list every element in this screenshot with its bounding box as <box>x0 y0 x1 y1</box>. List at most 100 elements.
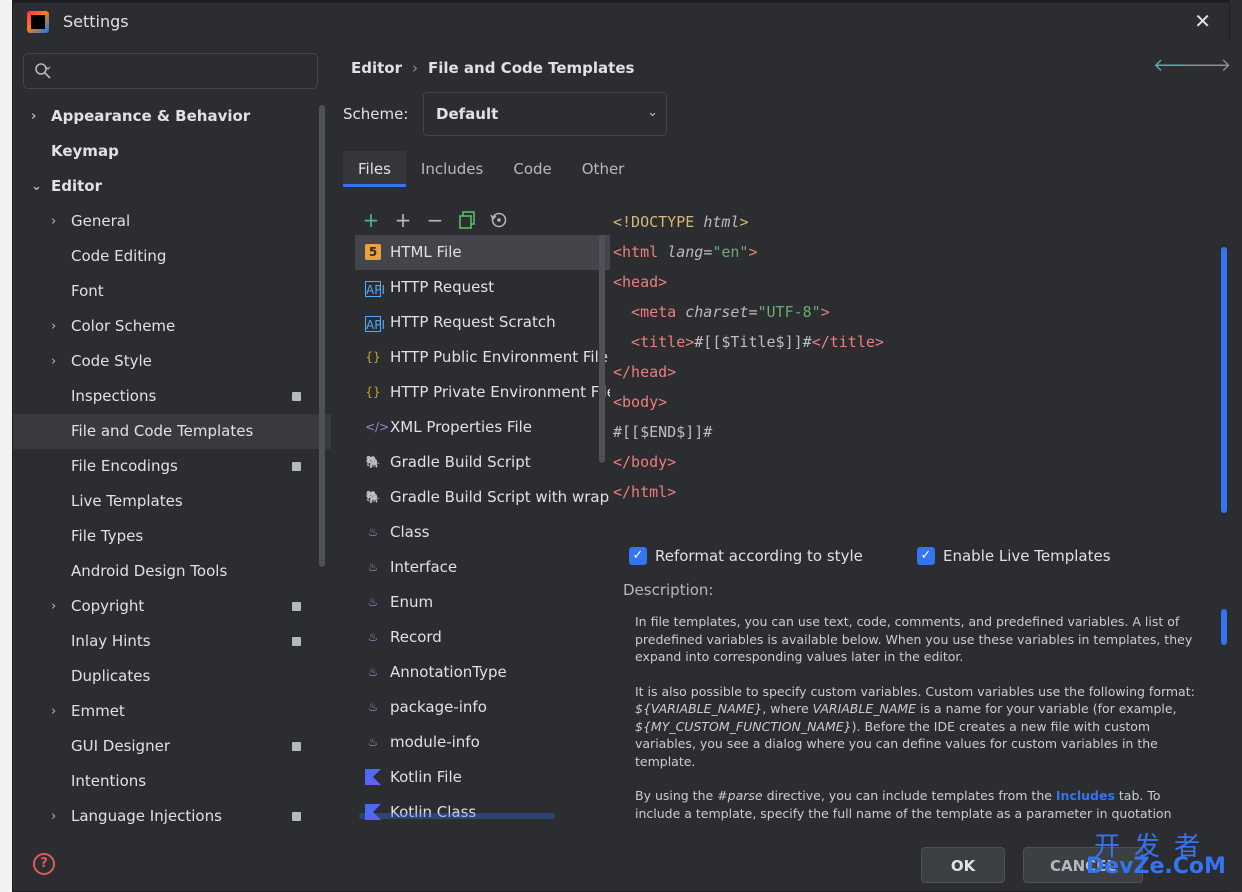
code-token: </title> <box>811 333 884 351</box>
sidebar-item-font[interactable]: Font <box>13 274 331 309</box>
sidebar-item-emmet[interactable]: › Emmet <box>13 694 331 729</box>
template-list-item[interactable]: {} HTTP Private Environment File <box>355 375 610 410</box>
template-list-hscrollbar[interactable] <box>359 813 555 819</box>
template-list-item-label: HTTP Request Scratch <box>390 313 556 331</box>
reset-icon[interactable] <box>483 207 515 233</box>
json-braces-icon: {} <box>365 385 381 399</box>
breadcrumb-parent[interactable]: Editor <box>351 59 402 77</box>
sidebar-item-live-templates[interactable]: Live Templates <box>13 484 331 519</box>
template-list-item[interactable]: ♨ Record <box>355 620 610 655</box>
includes-link[interactable]: Includes <box>1056 788 1115 803</box>
code-line: <html lang="en"> <box>613 237 1225 267</box>
chevron-right-icon[interactable]: › <box>51 694 56 729</box>
sidebar-item-general[interactable]: › General <box>13 204 331 239</box>
gradle-icon: 🐘 <box>365 490 381 504</box>
description-var: VARIABLE_NAME <box>812 701 917 716</box>
ok-button[interactable]: OK <box>921 847 1005 883</box>
template-list-item[interactable]: ♨ package-info <box>355 690 610 725</box>
code-line: #[[$END$]]# <box>613 423 713 441</box>
json-braces-icon: {} <box>365 350 381 364</box>
sidebar-item-keymap[interactable]: Keymap <box>13 134 331 169</box>
sidebar-item-appearance-behavior[interactable]: › Appearance & Behavior <box>13 99 331 134</box>
template-list-item[interactable]: ♨ AnnotationType <box>355 655 610 690</box>
sidebar-item-color-scheme[interactable]: › Color Scheme <box>13 309 331 344</box>
settings-dialog: Settings ✕ › Appearance & Behavior Keymap ⌄… <box>12 2 1231 891</box>
sidebar-item-code-editing[interactable]: Code Editing <box>13 239 331 274</box>
description-var: ${MY_CUSTOM_FUNCTION_NAME} <box>635 718 852 734</box>
window-title: Settings <box>63 12 129 31</box>
close-icon[interactable]: ✕ <box>1194 9 1211 33</box>
template-list-item[interactable]: ♨ Class <box>355 515 610 550</box>
description-text: By using the <box>635 788 718 803</box>
code-token: <title> <box>613 333 695 351</box>
template-list-item[interactable]: </> XML Properties File <box>355 410 610 445</box>
settings-search[interactable] <box>23 53 318 89</box>
code-token: html <box>703 213 740 231</box>
chevron-right-icon[interactable]: › <box>51 204 56 239</box>
chevron-down-icon[interactable]: ⌄ <box>31 169 42 204</box>
sidebar-item-inspections[interactable]: Inspections <box>13 379 331 414</box>
sidebar-item-editor[interactable]: ⌄ Editor <box>13 169 331 204</box>
sidebar-item-label: Appearance & Behavior <box>51 107 251 125</box>
chevron-right-icon[interactable]: › <box>51 344 56 379</box>
project-scope-icon <box>292 392 301 401</box>
template-list-scrollbar[interactable] <box>599 235 605 463</box>
forward-arrow-icon[interactable]: 🡒 <box>1183 55 1231 76</box>
live-templates-checkbox[interactable]: ✓ Enable Live Templates <box>917 547 1111 565</box>
sidebar-item-label: Language Injections <box>71 807 222 825</box>
chevron-right-icon[interactable]: › <box>51 589 56 624</box>
sidebar-item-file-and-code-templates[interactable]: File and Code Templates <box>13 414 331 449</box>
code-line: </body> <box>613 453 677 471</box>
sidebar-item-language-injections[interactable]: › Language Injections <box>13 799 331 834</box>
help-icon[interactable]: ? <box>33 853 55 875</box>
sidebar-item-file-encodings[interactable]: File Encodings <box>13 449 331 484</box>
chevron-right-icon[interactable]: › <box>51 309 56 344</box>
template-list-item[interactable]: API HTTP Request <box>355 270 610 305</box>
sidebar-item-copyright[interactable]: › Copyright <box>13 589 331 624</box>
template-list-item[interactable]: API HTTP Request Scratch <box>355 305 610 340</box>
template-list-item[interactable]: Kotlin Class <box>355 795 610 825</box>
reformat-checkbox[interactable]: ✓ Reformat according to style <box>629 547 863 565</box>
add-child-icon[interactable]: + <box>387 207 419 233</box>
sidebar-item-intentions[interactable]: Intentions <box>13 764 331 799</box>
template-list-item[interactable]: 5 HTML File <box>355 235 610 270</box>
scheme-dropdown[interactable]: Default ⌄ <box>423 92 667 136</box>
checkbox-checked-icon: ✓ <box>629 547 647 565</box>
tab-other[interactable]: Other <box>567 151 640 187</box>
code-token: <!DOCTYPE <box>613 213 704 231</box>
template-code-editor[interactable]: <!DOCTYPE html> <html lang="en"> <head> … <box>613 207 1225 512</box>
description-scrollbar[interactable] <box>1221 609 1227 645</box>
sidebar-item-inlay-hints[interactable]: Inlay Hints <box>13 624 331 659</box>
template-list-item[interactable]: 🐘 Gradle Build Script with wrapper <box>355 480 610 515</box>
template-list-item[interactable]: ♨ Enum <box>355 585 610 620</box>
editor-scrollbar[interactable] <box>1221 247 1227 513</box>
tab-code[interactable]: Code <box>498 151 566 187</box>
template-list-item[interactable]: ♨ module-info <box>355 725 610 760</box>
sidebar-scrollbar[interactable] <box>319 105 325 567</box>
sidebar-item-label: Live Templates <box>71 492 183 510</box>
description-panel: In file templates, you can use text, cod… <box>635 613 1195 823</box>
template-list-item[interactable]: Kotlin File <box>355 760 610 795</box>
search-icon <box>35 63 51 79</box>
copy-icon[interactable] <box>451 207 483 233</box>
sidebar-item-file-types[interactable]: File Types <box>13 519 331 554</box>
chevron-right-icon[interactable]: › <box>31 99 36 134</box>
sidebar-item-duplicates[interactable]: Duplicates <box>13 659 331 694</box>
sidebar-item-label: Color Scheme <box>71 317 176 335</box>
backdrop-right <box>1230 0 1242 892</box>
template-list-item[interactable]: ♨ Interface <box>355 550 610 585</box>
sidebar-item-android-design-tools[interactable]: Android Design Tools <box>13 554 331 589</box>
add-template-icon[interactable]: + <box>355 207 387 233</box>
template-list-item[interactable]: 🐘 Gradle Build Script <box>355 445 610 480</box>
template-list-item[interactable]: {} HTTP Public Environment File <box>355 340 610 375</box>
java-icon: ♨ <box>367 630 379 644</box>
sidebar-item-code-style[interactable]: › Code Style <box>13 344 331 379</box>
remove-icon[interactable]: − <box>419 207 451 233</box>
search-input[interactable] <box>60 60 305 82</box>
sidebar-item-gui-designer[interactable]: GUI Designer <box>13 729 331 764</box>
settings-content: Editor › File and Code Templates 🡐 🡒 Schem… <box>331 41 1231 891</box>
tab-includes[interactable]: Includes <box>406 151 498 187</box>
chevron-right-icon[interactable]: › <box>51 799 56 834</box>
java-icon: ♨ <box>367 595 379 609</box>
tab-files[interactable]: Files <box>343 151 406 187</box>
